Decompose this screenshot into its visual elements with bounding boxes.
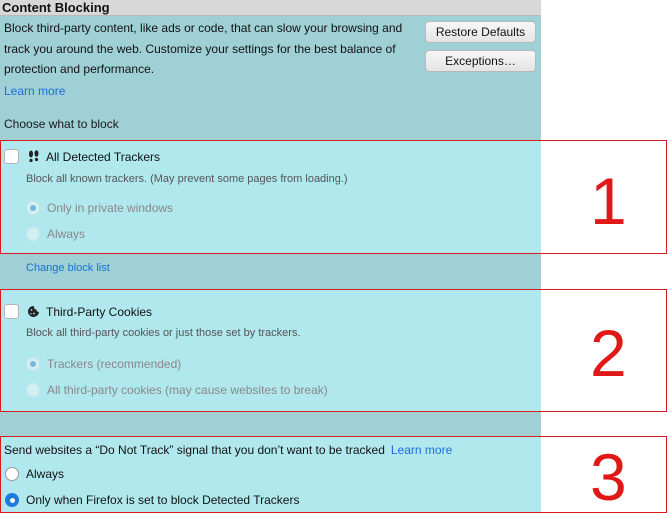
page-title: Content Blocking bbox=[2, 0, 110, 15]
dnt-blocking-label: Only when Firefox is set to block Detect… bbox=[26, 493, 300, 507]
annotation-number-3: 3 bbox=[590, 440, 627, 513]
intro-text: Block third-party content, like ads or c… bbox=[4, 21, 403, 76]
footprints-icon bbox=[29, 150, 39, 163]
annotation-number-2: 2 bbox=[590, 316, 627, 390]
cookies-checkbox[interactable] bbox=[4, 304, 19, 319]
private-windows-radio[interactable] bbox=[26, 201, 40, 215]
do-not-track-label: Send websites a “Do Not Track” signal th… bbox=[4, 443, 385, 457]
dnt-blocking-radio[interactable] bbox=[5, 493, 19, 507]
trackers-recommended-label: Trackers (recommended) bbox=[47, 357, 182, 371]
all-cookies-label: All third-party cookies (may cause websi… bbox=[47, 383, 328, 397]
cookies-title: Third-Party Cookies bbox=[46, 305, 153, 319]
do-not-track-text: Send websites a “Do Not Track” signal th… bbox=[4, 442, 452, 458]
learn-more-link[interactable]: Learn more bbox=[4, 83, 65, 99]
annotation-number-1: 1 bbox=[590, 164, 627, 238]
section-header: Content Blocking bbox=[0, 0, 541, 16]
all-cookies-radio[interactable] bbox=[26, 383, 40, 397]
exceptions-button[interactable]: Exceptions… bbox=[425, 50, 536, 72]
dnt-always-radio[interactable] bbox=[5, 467, 19, 481]
dnt-learn-more-link[interactable]: Learn more bbox=[391, 443, 452, 457]
private-windows-label: Only in private windows bbox=[47, 201, 174, 215]
cookie-icon bbox=[28, 306, 39, 317]
trackers-recommended-radio[interactable] bbox=[26, 357, 40, 371]
choose-what-to-block-label: Choose what to block bbox=[4, 117, 119, 131]
trackers-checkbox[interactable] bbox=[4, 149, 19, 164]
trackers-always-radio[interactable] bbox=[26, 227, 40, 241]
trackers-title: All Detected Trackers bbox=[46, 150, 161, 164]
trackers-description: Block all known trackers. (May prevent s… bbox=[26, 173, 348, 185]
restore-defaults-button[interactable]: Restore Defaults bbox=[425, 21, 536, 43]
trackers-always-label: Always bbox=[47, 227, 86, 241]
cookies-description: Block all third-party cookies or just th… bbox=[26, 327, 301, 339]
dnt-always-label: Always bbox=[26, 467, 65, 481]
change-block-list-link[interactable]: Change block list bbox=[26, 261, 110, 275]
